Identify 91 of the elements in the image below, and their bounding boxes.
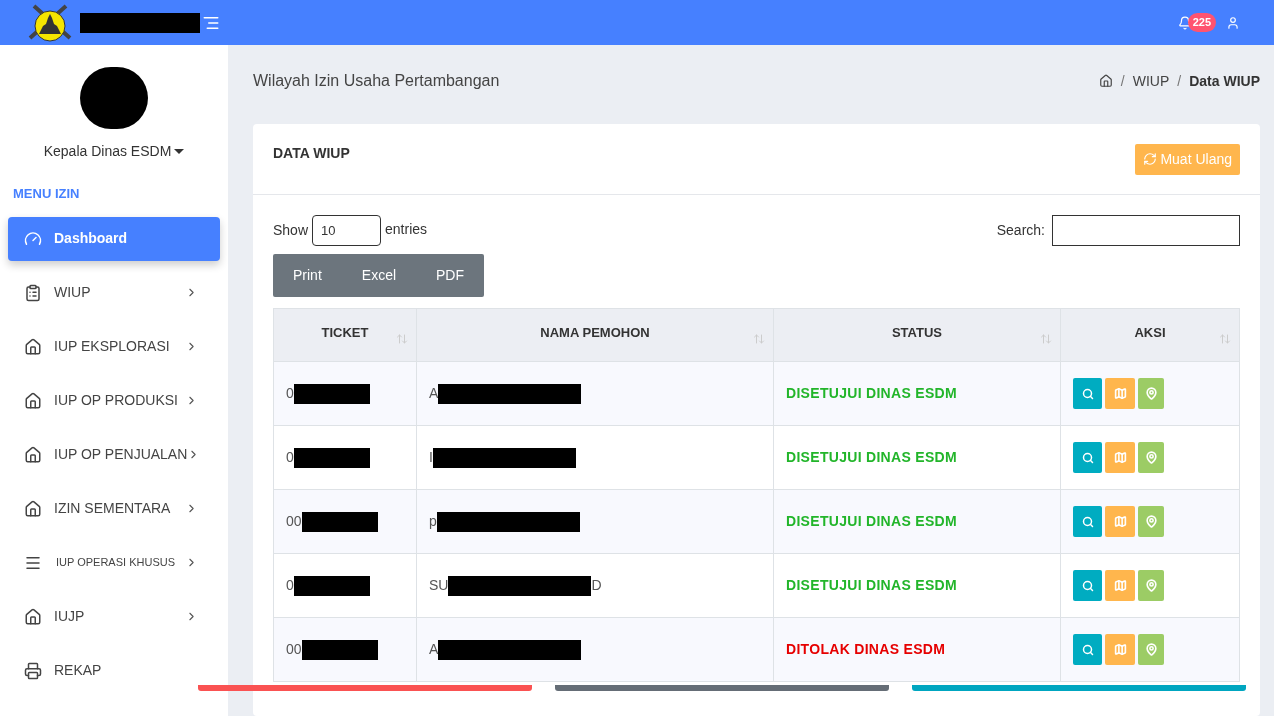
breadcrumb-separator: /: [1120, 71, 1125, 91]
ticket-cell: 00: [273, 617, 417, 682]
status-text: DISETUJUI DINAS ESDM: [786, 513, 957, 529]
name-cell: I: [416, 425, 774, 490]
user-icon[interactable]: [1226, 15, 1240, 30]
sidebar-item[interactable]: IZIN SEMENTARA: [8, 486, 220, 531]
search-icon: [1081, 579, 1094, 592]
sidebar-item[interactable]: REKAP: [8, 648, 220, 693]
house-icon: [24, 499, 42, 518]
sort-icon: [1219, 333, 1231, 345]
column-header[interactable]: NAMA PEMOHON: [416, 308, 774, 362]
status-text: DITOLAK DINAS ESDM: [786, 641, 946, 657]
caret-icon: [174, 149, 185, 154]
sidebar-item[interactable]: WIUP: [8, 270, 220, 315]
clipboard-icon: [24, 283, 42, 302]
map-icon: [1113, 643, 1127, 656]
home-icon[interactable]: [1098, 74, 1113, 88]
location-button[interactable]: [1138, 506, 1164, 537]
search-icon: [1081, 643, 1094, 656]
house-icon: [24, 337, 42, 356]
entries-label: entries: [385, 219, 428, 239]
search-icon: [1081, 387, 1094, 400]
view-button[interactable]: [1073, 378, 1102, 409]
view-button[interactable]: [1073, 570, 1102, 601]
house-icon: [24, 445, 42, 464]
search-icon: [1081, 515, 1094, 528]
map-icon: [1113, 387, 1127, 400]
name-cell: A: [416, 617, 774, 682]
location-button[interactable]: [1138, 442, 1164, 473]
gauge-icon: [24, 229, 42, 248]
column-header[interactable]: TICKET: [273, 308, 417, 362]
export-button[interactable]: Print: [273, 254, 342, 297]
sidebar-item[interactable]: IUJP: [8, 594, 220, 639]
map-button[interactable]: [1105, 506, 1135, 537]
name-cell: SU D: [416, 553, 774, 618]
sort-icon: [753, 333, 765, 345]
sort-icon: [1040, 333, 1052, 345]
map-pin-icon: [1144, 387, 1158, 400]
ticket-cell: 00: [273, 489, 417, 554]
sidebar-item[interactable]: IUP OPERASI KHUSUS: [8, 540, 220, 585]
view-button[interactable]: [1073, 634, 1102, 665]
name-cell: A: [416, 361, 774, 426]
sidebar-item[interactable]: IUP OP PRODUKSI: [8, 378, 220, 423]
refresh-icon: [1143, 152, 1158, 166]
search-label: Search:: [996, 221, 1045, 240]
house-icon: [24, 607, 42, 626]
sort-icon: [396, 333, 408, 345]
card-title: DATA WIUP: [273, 143, 350, 163]
house-icon: [24, 391, 42, 410]
menu-heading: MENU IZIN: [13, 185, 81, 203]
user-role-dropdown[interactable]: Kepala Dinas ESDM: [43, 141, 185, 162]
map-button[interactable]: [1105, 634, 1135, 665]
show-label: Show: [273, 221, 309, 240]
breadcrumb-item[interactable]: WIUP: [1132, 70, 1170, 92]
export-button[interactable]: Excel: [341, 254, 417, 297]
name-cell: p: [416, 489, 774, 554]
page-title: Wilayah Izin Usaha Pertambangan: [253, 71, 500, 91]
ticket-cell: 0: [273, 425, 417, 490]
location-button[interactable]: [1138, 378, 1164, 409]
ticket-cell: 0: [273, 553, 417, 618]
map-button[interactable]: [1105, 378, 1135, 409]
map-pin-icon: [1144, 515, 1158, 528]
map-icon: [1113, 579, 1127, 592]
location-button[interactable]: [1138, 570, 1164, 601]
breadcrumb-separator: /: [1177, 71, 1182, 91]
entries-select[interactable]: 10: [312, 215, 382, 246]
status-text: DISETUJUI DINAS ESDM: [786, 385, 957, 401]
map-icon: [1113, 451, 1127, 464]
map-button[interactable]: [1105, 442, 1135, 473]
column-header[interactable]: AKSI: [1060, 308, 1240, 362]
map-pin-icon: [1144, 579, 1158, 592]
view-button[interactable]: [1073, 506, 1102, 537]
search-field[interactable]: [1052, 215, 1240, 246]
printer-icon: [24, 661, 42, 680]
sidebar-item[interactable]: IUP EKSPLORASI: [8, 324, 220, 369]
map-pin-icon: [1144, 451, 1158, 464]
ticket-cell: 0: [273, 361, 417, 426]
status-text: DISETUJUI DINAS ESDM: [786, 449, 957, 465]
notification-count: 225: [1187, 13, 1216, 32]
search-icon: [1081, 451, 1094, 464]
status-text: DISETUJUI DINAS ESDM: [786, 577, 957, 593]
map-icon: [1113, 515, 1127, 528]
view-button[interactable]: [1073, 442, 1102, 473]
map-button[interactable]: [1105, 570, 1135, 601]
location-button[interactable]: [1138, 634, 1164, 665]
map-pin-icon: [1144, 643, 1158, 656]
column-header[interactable]: STATUS: [773, 308, 1061, 362]
sidebar-item[interactable]: IUP OP PENJUALAN: [8, 432, 220, 477]
breadcrumb-item: Data WIUP: [1189, 71, 1260, 91]
export-button[interactable]: PDF: [416, 254, 485, 297]
sidebar-item[interactable]: Dashboard: [8, 216, 220, 261]
